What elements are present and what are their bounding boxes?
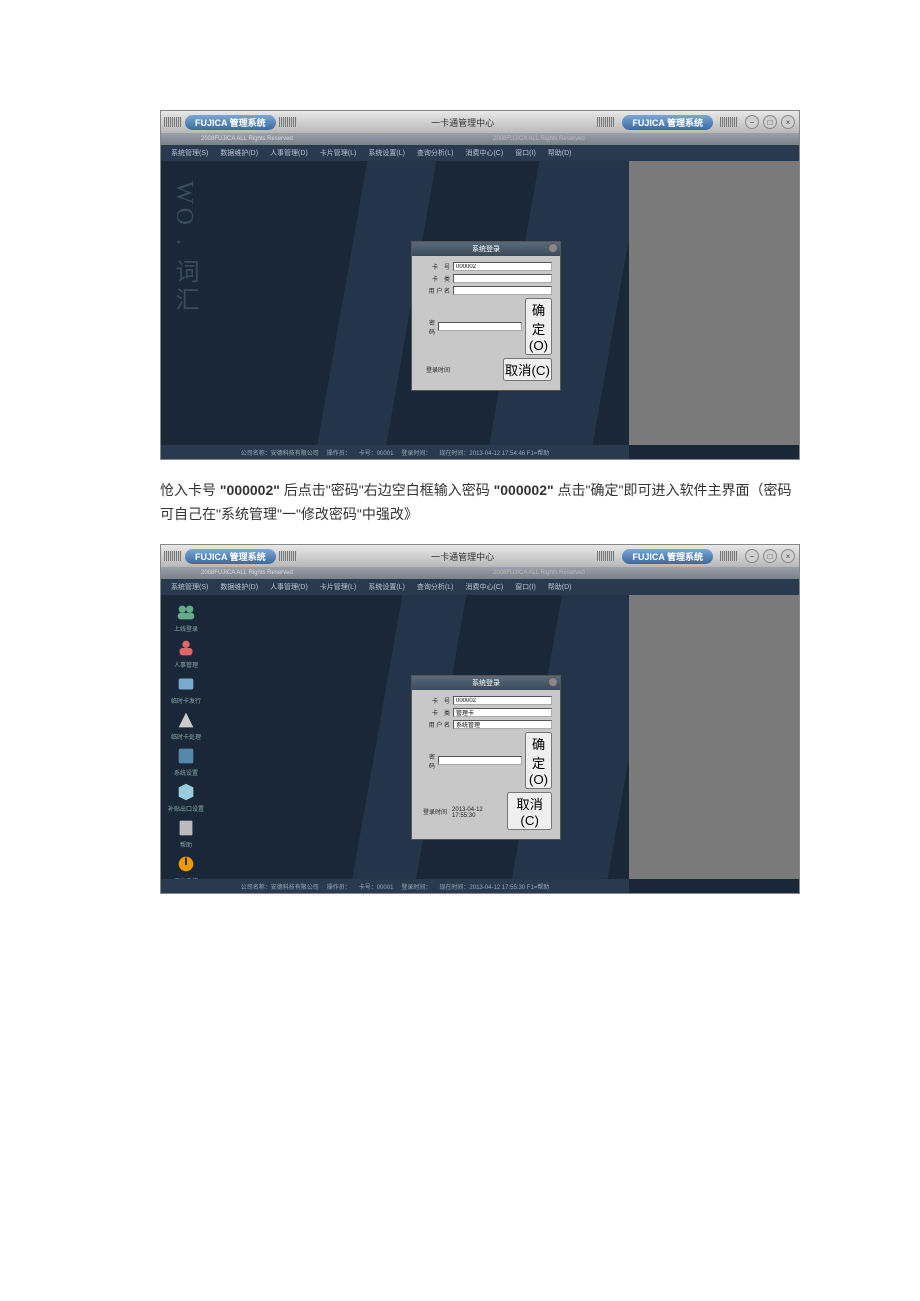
- min-button[interactable]: −: [745, 549, 759, 563]
- card-name-input[interactable]: [453, 708, 552, 717]
- menu-item[interactable]: 系统设置(L): [368, 148, 405, 158]
- menu-item[interactable]: 查询分析(L): [417, 582, 454, 592]
- menu-item[interactable]: 系统管理(S): [171, 582, 208, 592]
- close-button[interactable]: ×: [781, 549, 795, 563]
- sidebar-item-login[interactable]: 上线登录: [174, 601, 198, 633]
- login-dialog: 系统登录 卡 号 卡 类 用 户 名 密 码: [411, 675, 561, 840]
- right-panel: [629, 161, 799, 445]
- login-screenshot-1: FUJICA 管理系统 一卡通管理中心 FUJICA 管理系统 − □ × 20…: [160, 110, 800, 460]
- card-no-label: 卡 号: [420, 262, 450, 271]
- cancel-button[interactable]: 取消(C): [507, 792, 552, 830]
- watermark: WO . 词汇: [167, 181, 202, 315]
- brand-pill-left: FUJICA 管理系统: [185, 549, 276, 564]
- password-input[interactable]: [438, 756, 522, 765]
- card-no-input[interactable]: [453, 262, 552, 271]
- min-button[interactable]: −: [745, 115, 759, 129]
- login-dialog-title: 系统登录: [412, 242, 560, 256]
- menu-item[interactable]: 窗口(I): [515, 582, 536, 592]
- max-button[interactable]: □: [763, 549, 777, 563]
- menu-item[interactable]: 查询分析(L): [417, 148, 454, 158]
- grip-icon: [597, 551, 615, 561]
- menu-item[interactable]: 系统设置(L): [368, 582, 405, 592]
- close-icon[interactable]: [548, 677, 558, 687]
- copyright-bar: 2008FUJICA ALL Rights Reserved 2008FUJIC…: [161, 567, 799, 579]
- login-time-label: 登录时间: [420, 807, 447, 816]
- card-name-label: 卡 类: [420, 274, 450, 283]
- brand-pill-right: FUJICA 管理系统: [622, 115, 713, 130]
- brand-pill-left: FUJICA 管理系统: [185, 115, 276, 130]
- login-dialog-title: 系统登录: [412, 676, 560, 690]
- sidebar-item-help[interactable]: 帮助: [175, 817, 197, 849]
- card-name-label: 卡 类: [420, 708, 450, 717]
- close-icon[interactable]: [548, 243, 558, 253]
- menu-item[interactable]: 系统管理(S): [171, 148, 208, 158]
- password-input[interactable]: [438, 322, 522, 331]
- password-label: 密 码: [420, 318, 435, 336]
- ok-button[interactable]: 确定(O): [525, 298, 552, 355]
- menu-item[interactable]: 数据维护(D): [220, 582, 258, 592]
- login-time-label: 登录时间: [420, 365, 450, 374]
- sidebar: 上线登录 人事管理 临时卡发行 临时卡处理 系统设置: [161, 595, 211, 879]
- user-input[interactable]: [453, 720, 552, 729]
- menubar: 系统管理(S) 数据维护(D) 人事管理(D) 卡片管理(L) 系统设置(L) …: [161, 579, 799, 595]
- ok-button[interactable]: 确定(O): [525, 732, 552, 789]
- sidebar-item-settings[interactable]: 系统设置: [174, 745, 198, 777]
- user-label: 用 户 名: [420, 286, 450, 295]
- status-bar: 公司名称：安德科技有限公司 操作员： 卡号：00001 登录时间： 现在时间：2…: [161, 445, 629, 459]
- brand-pill-right: FUJICA 管理系统: [622, 549, 713, 564]
- grip-icon: [597, 117, 615, 127]
- sidebar-item-hr[interactable]: 人事管理: [174, 637, 198, 669]
- max-button[interactable]: □: [763, 115, 777, 129]
- login-time-value: [453, 365, 500, 374]
- instruction-text: 怆入卡号 "000002" 后点击"密码"右边空白框输入密码 "000002" …: [160, 478, 800, 526]
- password-label: 密 码: [420, 752, 435, 770]
- menu-item[interactable]: 数据维护(D): [220, 148, 258, 158]
- menu-item[interactable]: 消费中心(C): [465, 148, 503, 158]
- grip-icon: [164, 117, 182, 127]
- menu-item[interactable]: 卡片管理(L): [320, 582, 357, 592]
- window-titlebar: FUJICA 管理系统 一卡通管理中心 FUJICA 管理系统 − □ ×: [161, 111, 799, 133]
- card-name-input[interactable]: [453, 274, 552, 283]
- menu-item[interactable]: 卡片管理(L): [320, 148, 357, 158]
- login-screenshot-2: FUJICA 管理系统 一卡通管理中心 FUJICA 管理系统 − □ × 20…: [160, 544, 800, 894]
- login-time-value: 2013-04-12 17:55:30: [450, 807, 504, 816]
- user-label: 用 户 名: [420, 720, 450, 729]
- cancel-button[interactable]: 取消(C): [503, 358, 552, 381]
- menu-item[interactable]: 窗口(I): [515, 148, 536, 158]
- grip-icon: [279, 551, 297, 561]
- card-no-label: 卡 号: [420, 696, 450, 705]
- menubar: 系统管理(S) 数据维护(D) 人事管理(D) 卡片管理(L) 系统设置(L) …: [161, 145, 799, 161]
- sidebar-item-temp-handle[interactable]: 临时卡处理: [171, 709, 201, 741]
- menu-item[interactable]: 人事管理(D): [270, 582, 308, 592]
- grip-icon: [164, 551, 182, 561]
- copyright-bar: 2008FUJICA ALL Rights Reserved 2008FUJIC…: [161, 133, 799, 145]
- close-button[interactable]: ×: [781, 115, 795, 129]
- window-title: 一卡通管理中心: [331, 550, 594, 563]
- window-titlebar: FUJICA 管理系统 一卡通管理中心 FUJICA 管理系统 − □ ×: [161, 545, 799, 567]
- status-bar: 公司名称：安德科技有限公司 操作员： 卡号：00001 登录时间： 现在时间：2…: [161, 879, 629, 893]
- user-input[interactable]: [453, 286, 552, 295]
- menu-item[interactable]: 人事管理(D): [270, 148, 308, 158]
- right-panel: [629, 595, 799, 879]
- menu-item[interactable]: 帮助(D): [548, 148, 572, 158]
- grip-icon: [720, 551, 738, 561]
- login-dialog: 系统登录 卡 号 卡 类 用 户 名 密 码: [411, 241, 561, 391]
- sidebar-item-subsidy[interactable]: 补贴出口设置: [168, 781, 204, 813]
- menu-item[interactable]: 帮助(D): [548, 582, 572, 592]
- menu-item[interactable]: 消费中心(C): [465, 582, 503, 592]
- sidebar-item-temp-issue[interactable]: 临时卡发行: [171, 673, 201, 705]
- card-no-input[interactable]: [453, 696, 552, 705]
- grip-icon: [279, 117, 297, 127]
- grip-icon: [720, 117, 738, 127]
- window-title: 一卡通管理中心: [331, 116, 594, 129]
